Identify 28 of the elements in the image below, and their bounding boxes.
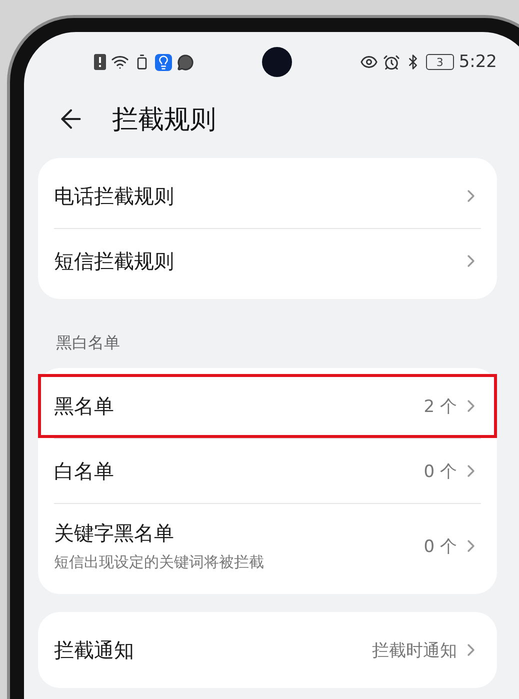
wifi-icon [111,53,129,71]
eye-icon [360,53,378,71]
row-label: 电话拦截规则 [54,182,175,210]
settings-row[interactable]: 电话拦截规则 [38,164,497,228]
row-label: 关键字黑名单 [54,520,175,547]
page-title: 拦截规则 [112,104,216,136]
battery-level: 3 [426,54,454,70]
row-label: 白名单 [54,458,115,484]
alarm-icon [382,54,400,70]
row-description: 短信出现设定的关键词将被拦截 [54,553,265,572]
status-time: 5:22 [458,52,497,72]
row-label: 黑名单 [54,392,115,420]
camera-hole-icon [262,47,292,77]
section-heading: 黑白名单 [55,332,121,354]
row-label: 拦截通知 [54,636,135,664]
settings-row[interactable]: 拦截通知 拦截时通知 [38,618,497,682]
settings-row[interactable]: 白名单 0 个 [38,439,497,503]
row-value: 2 个 [424,396,457,418]
settings-row[interactable]: 关键字黑名单 短信出现设定的关键词将被拦截 0 个 [38,504,497,588]
row-value: 0 个 [424,536,457,558]
row-value: 拦截时通知 [372,640,457,662]
settings-row[interactable]: 短信拦截规则 [38,229,497,293]
row-label: 短信拦截规则 [54,248,175,274]
chat-icon [177,54,194,70]
sim-alert-icon [94,54,106,70]
row-value: 0 个 [424,460,457,482]
highlighted-settings-row[interactable]: 黑名单 2 个 [38,374,497,438]
lightbulb-icon [155,54,172,70]
